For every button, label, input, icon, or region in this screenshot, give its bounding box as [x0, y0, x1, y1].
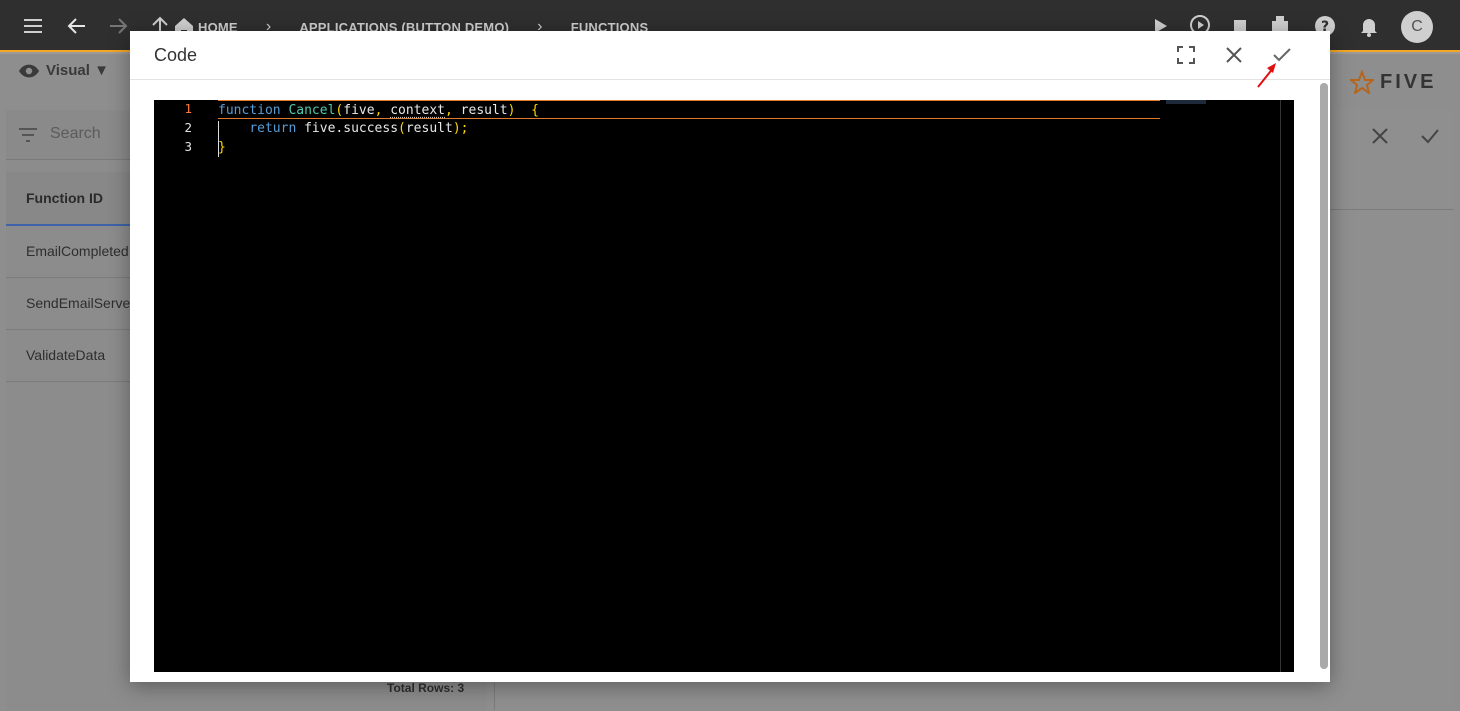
search-input[interactable]: Search: [50, 125, 101, 143]
close-icon[interactable]: [1222, 43, 1246, 67]
code-editor[interactable]: 1 2 3 function Cancel(five, context, res…: [154, 100, 1294, 672]
code-line[interactable]: return five.success(result);: [218, 119, 468, 138]
code-call: five.success: [304, 121, 399, 136]
text-cursor: [218, 121, 219, 157]
line-number: 3: [184, 139, 192, 154]
code-punct: ,: [445, 103, 453, 118]
line-number-gutter: 1 2 3: [154, 100, 214, 672]
code-param: context: [390, 103, 446, 118]
five-logo-icon: [1350, 70, 1374, 94]
avatar[interactable]: C: [1401, 11, 1433, 43]
filter-icon[interactable]: [18, 126, 38, 144]
code-punct: {: [531, 103, 539, 118]
total-rows: Total Rows: 3: [387, 681, 465, 695]
back-arrow-icon[interactable]: [65, 14, 89, 38]
row-label: EmailCompleted: [26, 243, 129, 259]
code-dialog: Code 1 2 3 function Cancel(five, context…: [130, 31, 1330, 682]
scrollbar-thumb[interactable]: [1320, 83, 1328, 669]
code-punct: );: [452, 121, 469, 136]
code-line[interactable]: }: [218, 138, 226, 157]
code-param: five: [343, 103, 375, 118]
row-label: SendEmailServer: [26, 295, 135, 311]
logo-text: FIVE: [1380, 70, 1437, 93]
code-punct: (: [398, 121, 406, 136]
five-logo: FIVE: [1350, 70, 1436, 94]
code-param: result: [460, 103, 508, 118]
fullscreen-icon[interactable]: [1174, 43, 1198, 67]
menu-icon[interactable]: [21, 14, 45, 38]
code-function-name: Cancel: [288, 103, 336, 118]
view-selector-label: Visual ▼: [46, 62, 109, 79]
code-keyword: return: [249, 121, 297, 136]
line-number: 2: [184, 120, 192, 135]
dialog-header: Code: [130, 31, 1330, 80]
dialog-scrollbar[interactable]: [1320, 83, 1328, 669]
minimap-divider: [1280, 100, 1281, 672]
minimap[interactable]: [1166, 100, 1206, 104]
code-punct: }: [218, 140, 226, 155]
code-line[interactable]: function Cancel(five, context, result) {: [218, 100, 1160, 119]
code-punct: ): [507, 103, 516, 118]
code-content[interactable]: function Cancel(five, context, result) {…: [218, 100, 1160, 672]
close-icon[interactable]: [1370, 126, 1390, 146]
line-number: 1: [184, 101, 192, 116]
bell-icon[interactable]: [1357, 14, 1381, 38]
row-label: ValidateData: [26, 347, 106, 363]
check-icon[interactable]: [1420, 126, 1440, 146]
code-punct: ,: [374, 103, 383, 118]
forward-arrow-icon[interactable]: [106, 14, 130, 38]
view-selector[interactable]: Visual ▼: [18, 62, 109, 79]
annotation-arrow-icon: [1257, 63, 1276, 88]
column-header-label: Function ID: [26, 190, 103, 206]
code-param: result: [405, 121, 453, 136]
code-keyword: function: [218, 103, 281, 118]
eye-icon: [18, 64, 40, 77]
dialog-title: Code: [154, 45, 198, 65]
